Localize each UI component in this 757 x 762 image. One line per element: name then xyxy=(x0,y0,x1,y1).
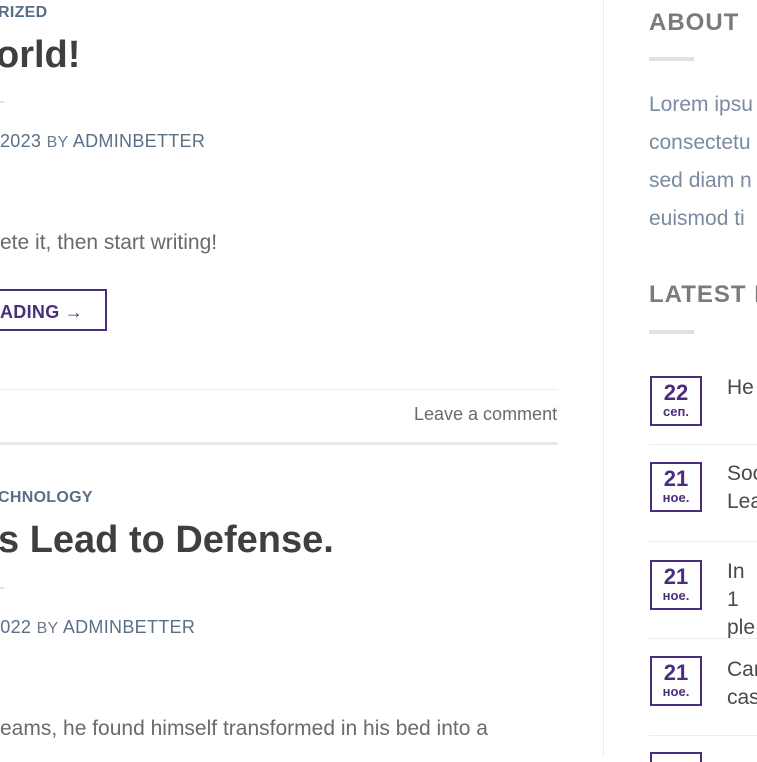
leave-comment-link[interactable]: Leave a comment xyxy=(414,404,557,425)
widget-title-underline xyxy=(649,57,694,61)
list-separator xyxy=(649,638,757,639)
post-date-badge-partial xyxy=(650,752,702,762)
date-month: сеп. xyxy=(663,404,689,419)
post-author-link[interactable]: ADMINBETTER xyxy=(73,131,205,151)
post-meta: 2023 BY ADMINBETTER xyxy=(0,131,205,152)
latest-post-title-line: In 1 xyxy=(727,560,745,611)
continue-reading-button[interactable]: ADING → xyxy=(0,289,108,331)
date-month: ное. xyxy=(662,588,690,603)
date-month: ное. xyxy=(662,490,690,505)
about-line: consectetu xyxy=(649,131,751,154)
widget-title-underline xyxy=(649,330,694,334)
post-author-link[interactable]: ADMINBETTER xyxy=(63,617,195,637)
post-title-link[interactable]: s Lead to Defense. xyxy=(0,519,334,562)
post-date[interactable]: 2023 xyxy=(0,131,41,151)
post-title-link[interactable]: orld! xyxy=(0,34,80,77)
post-date[interactable]: 2022 xyxy=(0,617,31,637)
latest-post-link[interactable]: Car cas xyxy=(727,656,757,712)
column-divider xyxy=(603,0,604,757)
post-category-link[interactable]: RIZED xyxy=(0,4,48,22)
latest-post-title-line: He xyxy=(727,376,754,399)
date-day: 21 xyxy=(663,564,689,589)
latest-posts-widget-title: LATEST P xyxy=(649,281,757,308)
post-date-badge: 21 ное. xyxy=(650,656,702,706)
latest-post-link[interactable]: He xyxy=(727,374,754,402)
post-footer-divider xyxy=(0,389,558,390)
latest-post-title-line: cas xyxy=(727,686,757,709)
list-separator xyxy=(649,735,757,736)
latest-post-title-line: Soc xyxy=(727,462,757,485)
about-text: Lorem ipsu consectetu sed diam n euismod… xyxy=(649,86,757,238)
post-date-badge: 22 сеп. xyxy=(650,376,702,426)
title-divider xyxy=(0,587,4,589)
post-excerpt: eams, he found himself transformed in hi… xyxy=(0,717,488,740)
post-date-badge: 21 ное. xyxy=(650,560,702,610)
date-day: 21 xyxy=(663,466,689,491)
title-divider xyxy=(0,101,4,103)
date-day: 21 xyxy=(663,660,689,685)
list-separator xyxy=(649,444,757,445)
about-line: Lorem ipsu xyxy=(649,93,753,116)
post-separator xyxy=(0,442,558,445)
latest-post-title-line: Car xyxy=(727,658,757,681)
about-widget-title: ABOUT xyxy=(649,9,740,36)
latest-post-link[interactable]: In 1 ple xyxy=(727,558,757,642)
post-date-badge: 21 ное. xyxy=(650,462,702,512)
list-separator xyxy=(649,541,757,542)
latest-post-title-line: Lea xyxy=(727,490,757,513)
date-month: ное. xyxy=(662,684,690,699)
date-day: 22 xyxy=(663,380,689,405)
about-line: sed diam n xyxy=(649,169,752,192)
post-category-link[interactable]: CHNOLOGY xyxy=(0,489,93,507)
post-excerpt: ete it, then start writing! xyxy=(0,231,218,254)
by-label: BY xyxy=(36,620,59,637)
by-label: BY xyxy=(46,134,69,151)
post-meta: 2022 BY ADMINBETTER xyxy=(0,617,195,638)
latest-post-link[interactable]: Soc Lea xyxy=(727,460,757,516)
about-line: euismod ti xyxy=(649,207,745,230)
